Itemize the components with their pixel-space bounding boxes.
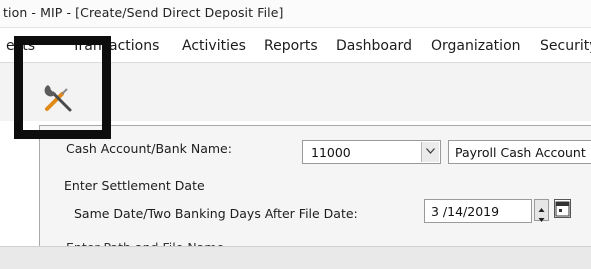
bank-account-name-combo[interactable]: Payroll Cash Account bbox=[448, 140, 591, 164]
bank-account-code-combo[interactable]: 11000 bbox=[302, 140, 441, 164]
menu-item-reports[interactable]: Reports bbox=[264, 38, 318, 54]
menu-item-objects[interactable]: ects bbox=[6, 38, 35, 54]
settlement-date-input[interactable]: 3 /14/2019 bbox=[424, 199, 532, 223]
spin-up-icon[interactable] bbox=[535, 200, 548, 212]
tools-icon[interactable] bbox=[43, 81, 75, 113]
calendar-icon[interactable] bbox=[554, 199, 571, 218]
menu-item-organization[interactable]: Organization bbox=[431, 38, 521, 54]
menu-item-activities[interactable]: Activities bbox=[182, 38, 246, 54]
date-spinner[interactable] bbox=[534, 199, 549, 222]
title-bar: tion - MIP - [Create/Send Direct Deposit… bbox=[0, 0, 591, 28]
toolbar bbox=[0, 62, 591, 121]
spin-down-icon[interactable] bbox=[535, 210, 548, 222]
bank-account-code-value: 11000 bbox=[311, 145, 351, 160]
settlement-date-value: 3 /14/2019 bbox=[431, 204, 500, 219]
chevron-down-icon[interactable] bbox=[421, 142, 439, 162]
menu-item-dashboard[interactable]: Dashboard bbox=[336, 38, 412, 54]
bottom-edge bbox=[0, 246, 591, 269]
bank-account-label: Cash Account/Bank Name: bbox=[66, 141, 232, 156]
window-title: tion - MIP - [Create/Send Direct Deposit… bbox=[3, 5, 284, 20]
settlement-date-label: Same Date/Two Banking Days After File Da… bbox=[74, 206, 358, 221]
menu-item-transactions[interactable]: Transactions bbox=[72, 38, 159, 54]
menu-item-security[interactable]: Security bbox=[540, 38, 591, 54]
bank-account-name-value: Payroll Cash Account bbox=[455, 145, 586, 160]
settlement-heading: Enter Settlement Date bbox=[64, 178, 205, 193]
menu-bar: ects Transactions Activities Reports Das… bbox=[0, 28, 591, 61]
